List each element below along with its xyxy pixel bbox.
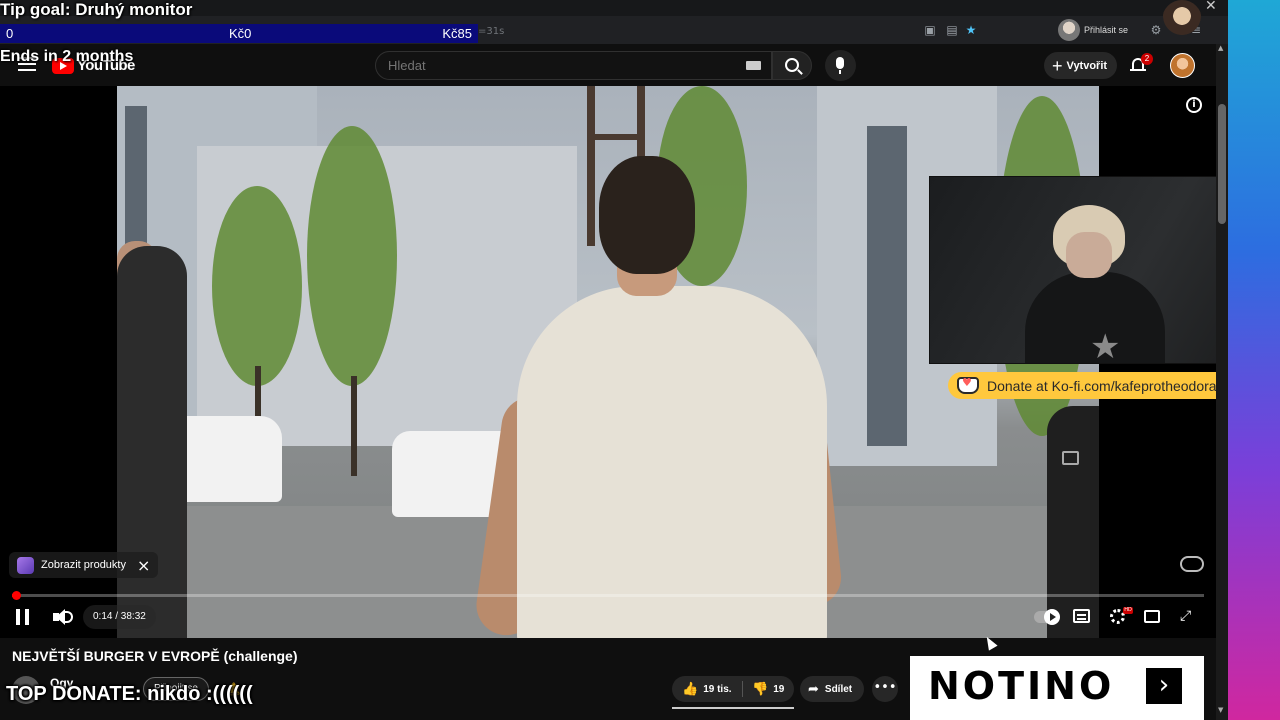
scroll-thumb[interactable]	[1218, 104, 1226, 224]
dislike-count: 19	[773, 683, 785, 695]
create-label: Vytvořit	[1066, 59, 1108, 72]
thumbs-down-icon: 👎	[752, 681, 769, 697]
product-chip-label: Zobrazit produkty	[41, 559, 126, 571]
close-icon[interactable]: ×	[137, 556, 150, 575]
info-icon[interactable]: i	[1186, 97, 1202, 113]
fullscreen-icon[interactable]: ⤢	[1180, 609, 1194, 623]
shopping-bag-icon	[17, 556, 34, 574]
keyboard-icon[interactable]	[746, 61, 761, 70]
360-view-icon[interactable]	[1180, 556, 1204, 572]
hd-badge: HD	[1123, 607, 1133, 614]
scroll-down-icon[interactable]: ▼	[1218, 706, 1223, 714]
kofi-donate-banner: Donate at Ko-fi.com/kafeprotheodora	[948, 372, 1261, 399]
microphone-icon	[836, 57, 844, 74]
tip-goal-title: Tip goal: Druhý monitor	[0, 0, 193, 19]
volume-button[interactable]	[53, 607, 73, 627]
tip-goal-bar: 0 Kč0 Kč85	[0, 24, 478, 43]
star-icon: ★	[1090, 327, 1121, 364]
captions-icon[interactable]	[1073, 609, 1090, 623]
page-scrollbar[interactable]: ▲ ▼	[1216, 44, 1228, 720]
autoplay-toggle[interactable]	[1034, 609, 1060, 625]
reading-list-icon[interactable]: ▤	[944, 22, 960, 38]
streamer-overlay-avatar	[1162, 0, 1202, 40]
pause-button[interactable]	[16, 609, 30, 625]
video-title: NEJVĚTŠÍ BURGER V EVROPĚ (challenge)	[12, 648, 298, 664]
login-chip[interactable]: Přihlásit se	[1058, 18, 1128, 42]
goal-ends-in: Ends in 2 months	[0, 48, 134, 65]
notifications-button[interactable]: 2	[1130, 53, 1153, 75]
profile-avatar	[1058, 19, 1080, 41]
miniplayer-icon[interactable]	[1062, 451, 1079, 465]
view-products-chip[interactable]: Zobrazit produkty ×	[9, 552, 159, 578]
user-avatar[interactable]	[1170, 53, 1195, 78]
like-ratio-bar	[672, 707, 794, 709]
window-close-icon[interactable]: ✕	[1205, 0, 1217, 14]
goal-start: 0	[6, 26, 14, 41]
time-display: 0:14 / 38:32	[83, 605, 156, 629]
theater-mode-icon[interactable]	[1144, 610, 1160, 623]
scroll-up-icon[interactable]: ▲	[1218, 44, 1223, 52]
search-input[interactable]	[375, 51, 772, 80]
voice-search-button[interactable]	[825, 50, 856, 81]
settings-gear-icon[interactable]: HD	[1110, 607, 1133, 624]
like-count: 19 tis.	[703, 683, 732, 695]
kofi-cup-icon	[957, 376, 979, 394]
like-dislike-group: 👍 19 tis. 👎 19	[672, 676, 794, 702]
desktop-background-strip	[1228, 0, 1280, 720]
share-button[interactable]: ➦ Sdílet	[800, 676, 865, 702]
ad-arrow-icon[interactable]: ›	[1146, 668, 1182, 704]
notino-ad-banner[interactable]: NOTINO ›	[910, 656, 1204, 720]
bookmark-star-icon[interactable]: ★	[963, 22, 979, 38]
login-label: Přihlásit se	[1084, 25, 1129, 35]
goal-target: Kč85	[442, 26, 472, 41]
more-actions-icon[interactable]: •••	[872, 676, 898, 702]
streamer-webcam: ★	[929, 176, 1264, 364]
search-icon	[785, 58, 799, 72]
kofi-text: Donate at Ko-fi.com/kafeprotheodora	[987, 377, 1217, 394]
progress-scrubber[interactable]	[12, 591, 21, 600]
thumbs-up-icon: 👍	[682, 681, 699, 697]
top-donate-overlay: TOP DONATE: nikdo :((((((	[6, 683, 253, 705]
ad-brand: NOTINO	[928, 664, 1115, 708]
progress-bar[interactable]	[12, 594, 1204, 597]
plus-icon: +	[1052, 55, 1063, 76]
create-button[interactable]: + Vytvořit	[1044, 52, 1118, 79]
search-button[interactable]	[772, 51, 812, 80]
notification-badge: 2	[1141, 53, 1153, 65]
dislike-button[interactable]: 👎 19	[752, 676, 784, 702]
share-label: Sdílet	[824, 683, 853, 695]
url-fragment[interactable]: =31s	[478, 26, 504, 37]
goal-current: Kč0	[229, 26, 252, 41]
screenshot-icon[interactable]: ▣	[922, 22, 938, 38]
like-button[interactable]: 👍 19 tis.	[682, 676, 732, 702]
share-arrow-icon: ➦	[808, 681, 819, 697]
